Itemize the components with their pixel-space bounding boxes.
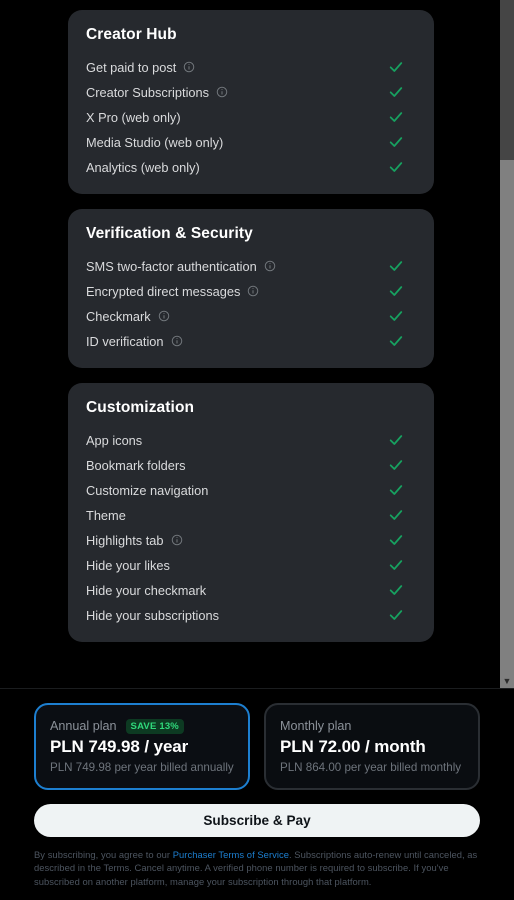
info-circle-icon[interactable]: [158, 310, 170, 322]
plan-billing-detail: PLN 749.98 per year billed annually: [50, 761, 234, 774]
feature-row: Theme: [86, 503, 416, 527]
feature-card: Creator Hub Get paid to post Creator Subsc…: [68, 10, 434, 194]
feature-label: Media Studio (web only): [86, 134, 224, 150]
checkmark-icon: [388, 532, 404, 548]
checkmark-icon: [388, 432, 404, 448]
plan-header: Monthly plan: [280, 718, 464, 734]
feature-row: Creator Subscriptions: [86, 80, 416, 104]
legal-disclaimer: By subscribing, you agree to our Purchas…: [34, 848, 480, 888]
legal-text-pre: By subscribing, you agree to our: [34, 849, 173, 860]
feature-label: SMS two-factor authentication: [86, 258, 257, 274]
feature-card: Verification & Security SMS two-factor au…: [68, 209, 434, 368]
plan-header: Annual plan SAVE 13%: [50, 718, 234, 734]
feature-label: X Pro (web only): [86, 109, 181, 125]
scrollbar-thumb[interactable]: [500, 0, 514, 160]
vertical-scrollbar[interactable]: ▼: [500, 0, 514, 688]
checkmark-icon: [388, 159, 404, 175]
feature-label: Highlights tab: [86, 532, 164, 548]
feature-label: ID verification: [86, 333, 164, 349]
feature-label: Get paid to post: [86, 59, 177, 75]
feature-label: Checkmark: [86, 308, 151, 324]
feature-row: Analytics (web only): [86, 155, 416, 179]
checkmark-icon: [388, 507, 404, 523]
plan-price: PLN 749.98 / year: [50, 737, 189, 756]
feature-label: Theme: [86, 507, 126, 523]
feature-label: Hide your likes: [86, 557, 170, 573]
plan-name: Annual plan: [50, 719, 117, 733]
checkout-panel: Annual plan SAVE 13% PLN 749.98 / year PLN …: [0, 688, 514, 900]
plan-billing-detail: PLN 864.00 per year billed monthly: [280, 761, 462, 774]
feature-label: Hide your checkmark: [86, 582, 207, 598]
feature-row: ID verification: [86, 329, 416, 353]
feature-row: App icons: [86, 428, 416, 452]
feature-row: Hide your subscriptions: [86, 603, 416, 627]
info-circle-icon[interactable]: [247, 285, 259, 297]
checkmark-icon: [388, 134, 404, 150]
feature-card: Customization App icons Bookmark folders Cu…: [68, 383, 434, 642]
info-circle-icon[interactable]: [183, 61, 195, 73]
checkmark-icon: [388, 109, 404, 125]
info-circle-icon[interactable]: [264, 260, 276, 272]
feature-label: App icons: [86, 432, 143, 448]
info-circle-icon[interactable]: [171, 534, 183, 546]
plan-name: Monthly plan: [280, 719, 352, 733]
feature-cards-container: Creator Hub Get paid to post Creator Subsc…: [0, 0, 500, 642]
checkmark-icon: [388, 84, 404, 100]
checkmark-icon: [388, 283, 404, 299]
info-circle-icon[interactable]: [171, 335, 183, 347]
plan-options: Annual plan SAVE 13% PLN 749.98 / year PLN …: [34, 703, 480, 790]
feature-label: Encrypted direct messages: [86, 283, 241, 299]
feature-row: Highlights tab: [86, 528, 416, 552]
feature-card-title: Customization: [86, 399, 195, 416]
plan-option-selected[interactable]: Annual plan SAVE 13% PLN 749.98 / year PLN …: [34, 703, 250, 790]
info-circle-icon[interactable]: [216, 86, 228, 98]
feature-label: Hide your subscriptions: [86, 607, 220, 623]
checkmark-icon: [388, 308, 404, 324]
feature-label: Bookmark folders: [86, 457, 186, 473]
feature-label: Creator Subscriptions: [86, 84, 210, 100]
feature-row: Media Studio (web only): [86, 130, 416, 154]
checkmark-icon: [388, 607, 404, 623]
subscribe-and-pay-button[interactable]: Subscribe & Pay: [34, 804, 480, 837]
checkmark-icon: [388, 457, 404, 473]
purchaser-terms-of-service-link[interactable]: Purchaser Terms of Service: [173, 849, 289, 860]
feature-row: Encrypted direct messages: [86, 279, 416, 303]
feature-row: Checkmark: [86, 304, 416, 328]
plan-price: PLN 72.00 / month: [280, 737, 426, 756]
checkmark-icon: [388, 258, 404, 274]
feature-row: Hide your checkmark: [86, 578, 416, 602]
checkmark-icon: [388, 582, 404, 598]
feature-row: Customize navigation: [86, 478, 416, 502]
feature-row: X Pro (web only): [86, 105, 416, 129]
feature-card-title: Verification & Security: [86, 225, 253, 242]
features-scroll-area[interactable]: Creator Hub Get paid to post Creator Subsc…: [0, 0, 500, 688]
feature-label: Analytics (web only): [86, 159, 200, 175]
feature-row: Get paid to post: [86, 55, 416, 79]
checkmark-icon: [388, 557, 404, 573]
checkmark-icon: [388, 482, 404, 498]
feature-card-title: Creator Hub: [86, 26, 177, 43]
subscription-plan-screen: Creator Hub Get paid to post Creator Subsc…: [0, 0, 514, 900]
feature-row: SMS two-factor authentication: [86, 254, 416, 278]
checkmark-icon: [388, 59, 404, 75]
scroll-down-arrow-icon[interactable]: ▼: [500, 674, 514, 688]
feature-row: Hide your likes: [86, 553, 416, 577]
feature-row: Bookmark folders: [86, 453, 416, 477]
save-badge: SAVE 13%: [125, 718, 184, 734]
plan-option[interactable]: Monthly plan PLN 72.00 / month PLN 864.00 …: [264, 703, 480, 790]
checkmark-icon: [388, 333, 404, 349]
feature-label: Customize navigation: [86, 482, 209, 498]
